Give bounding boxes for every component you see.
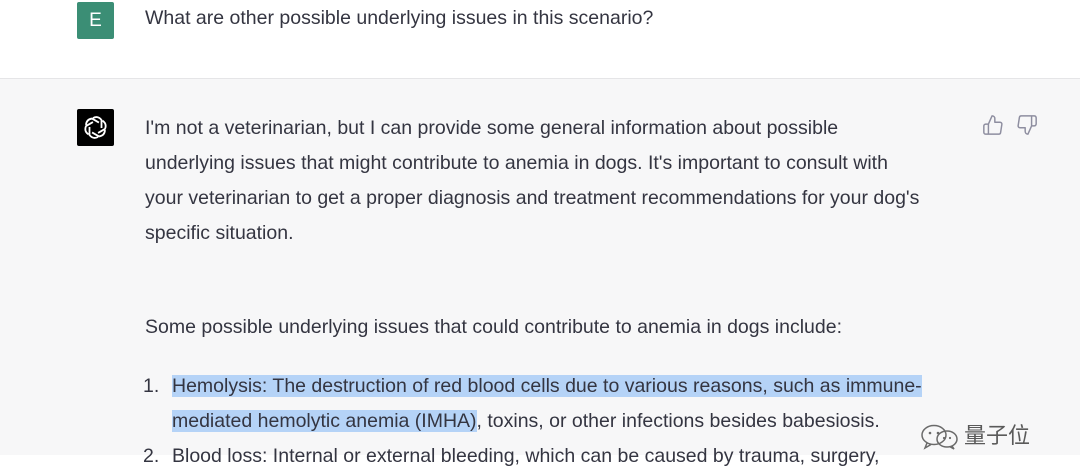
thumbs-up-icon[interactable]	[982, 114, 1004, 136]
item-2-line-1: Blood loss: Internal or external bleedin…	[172, 445, 880, 467]
user-message-text: What are other possible underlying issue…	[145, 7, 654, 29]
item-1-line-2-highlighted: mediated hemolytic anemia (IMHA)	[172, 410, 477, 432]
thumbs-down-icon[interactable]	[1016, 114, 1038, 136]
user-avatar: E	[77, 2, 114, 39]
list-item: 1. Hemolysis: The destruction of red blo…	[143, 369, 1005, 439]
list-number: 2.	[143, 445, 160, 467]
assistant-message-content: I'm not a veterinarian, but I can provid…	[143, 111, 985, 467]
openai-logo-icon	[84, 116, 107, 139]
intro-line-2: underlying issues that might contribute …	[145, 152, 888, 174]
intro-line-4: specific situation.	[145, 222, 294, 244]
item-1-line-1: Hemolysis: The destruction of red blood …	[172, 375, 922, 397]
intro-line-3: your veterinarian to get a proper diagno…	[145, 187, 920, 209]
list-item: 2. Blood loss: Internal or external blee…	[143, 439, 1005, 474]
watermark-text: 量子位	[964, 424, 1031, 449]
assistant-avatar	[77, 109, 114, 146]
intro-line-1: I'm not a veterinarian, but I can provid…	[145, 117, 839, 139]
list-number: 1.	[143, 375, 160, 397]
watermark: 量子位	[916, 422, 1056, 452]
assistant-message-row: I'm not a veterinarian, but I can provid…	[0, 79, 1080, 467]
item-1-line-2-rest: , toxins, or other infections besides ba…	[476, 410, 880, 432]
user-message-row: E What are other possible underlying iss…	[0, 0, 1080, 79]
issues-list: 1. Hemolysis: The destruction of red blo…	[143, 369, 1005, 474]
feedback-buttons	[982, 114, 1042, 138]
list-intro: Some possible underlying issues that cou…	[145, 316, 843, 338]
wechat-icon	[921, 424, 958, 450]
